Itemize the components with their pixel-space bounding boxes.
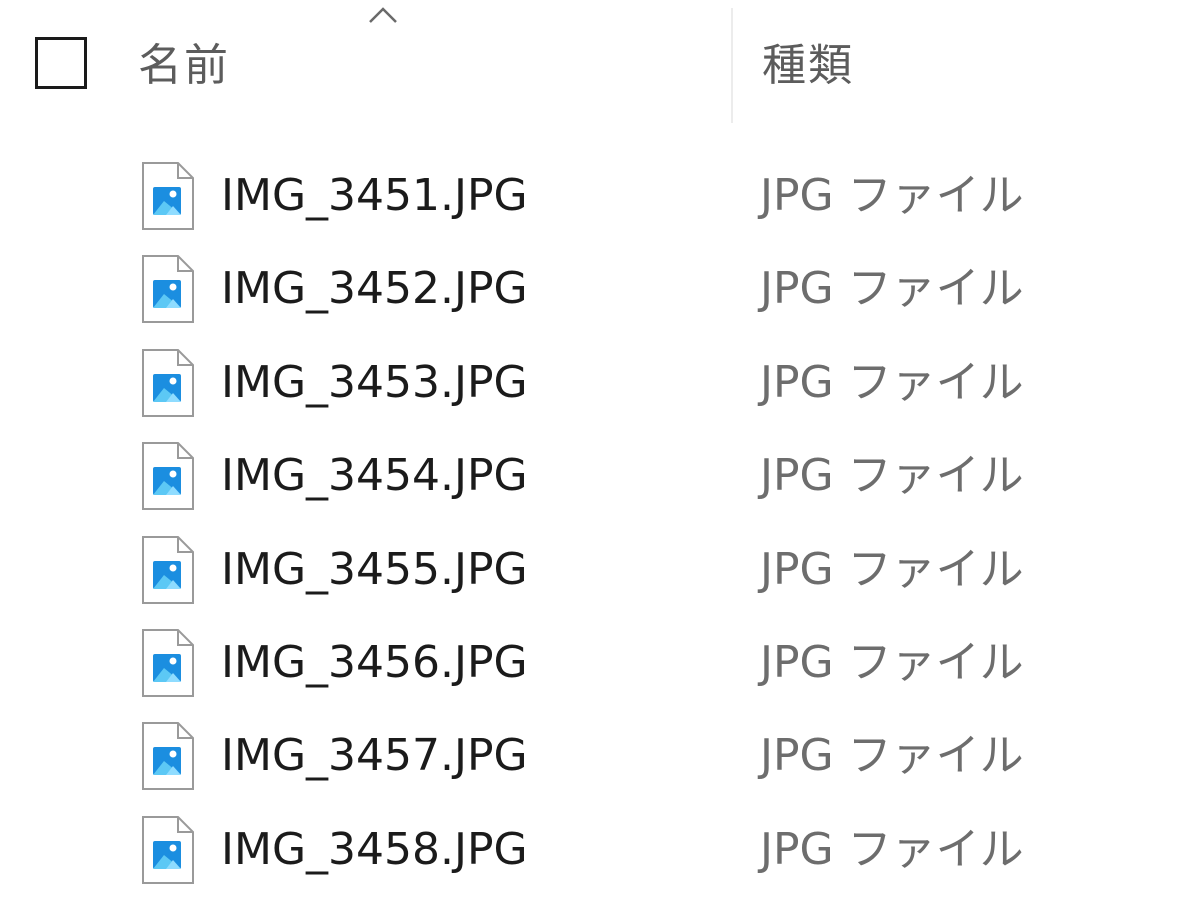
file-name: IMG_3457.JPG — [221, 730, 528, 782]
file-name: IMG_3451.JPG — [221, 170, 528, 221]
file-type: JPG ファイル — [760, 636, 1024, 688]
file-type: JPG ファイル — [760, 450, 1024, 502]
file-name: IMG_3456.JPG — [221, 636, 528, 688]
image-file-icon — [142, 442, 194, 511]
image-file-icon — [142, 162, 194, 230]
file-row[interactable]: IMG_3453.JPG JPG ファイル — [0, 337, 1200, 430]
column-header-name[interactable]: 名前 — [138, 38, 230, 94]
file-type: JPG ファイル — [760, 263, 1024, 315]
chevron-up-icon[interactable] — [366, 4, 400, 26]
file-row[interactable]: IMG_3458.JPG JPG ファイル — [0, 804, 1200, 897]
image-file-icon — [142, 722, 194, 791]
file-type: JPG ファイル — [760, 356, 1024, 408]
file-name: IMG_3455.JPG — [221, 543, 528, 595]
image-file-icon — [142, 255, 194, 324]
file-type: JPG ファイル — [760, 170, 1024, 221]
file-list: IMG_3451.JPG JPG ファイル IMG_3452.JPG JPG フ… — [0, 150, 1200, 897]
image-file-icon — [142, 815, 194, 884]
file-row[interactable]: IMG_3457.JPG JPG ファイル — [0, 710, 1200, 803]
image-file-icon — [142, 348, 194, 417]
file-name: IMG_3452.JPG — [221, 263, 528, 315]
file-explorer-list: 名前 種類 IMG_3451.JPG JPG ファイル IMG_3452.JPG… — [0, 0, 1200, 900]
column-divider[interactable] — [731, 8, 733, 123]
file-row[interactable]: IMG_3454.JPG JPG ファイル — [0, 430, 1200, 523]
column-header-row: 名前 種類 — [0, 0, 1200, 125]
file-row[interactable]: IMG_3455.JPG JPG ファイル — [0, 524, 1200, 617]
file-type: JPG ファイル — [760, 543, 1024, 595]
file-name: IMG_3454.JPG — [221, 450, 528, 502]
file-type: JPG ファイル — [760, 823, 1024, 875]
column-header-type[interactable]: 種類 — [762, 38, 854, 94]
select-all-checkbox[interactable] — [35, 37, 87, 89]
file-row[interactable]: IMG_3451.JPG JPG ファイル — [0, 150, 1200, 243]
file-type: JPG ファイル — [760, 730, 1024, 782]
file-name: IMG_3453.JPG — [221, 356, 528, 408]
file-row[interactable]: IMG_3452.JPG JPG ファイル — [0, 243, 1200, 336]
file-row[interactable]: IMG_3456.JPG JPG ファイル — [0, 617, 1200, 710]
image-file-icon — [142, 535, 194, 604]
file-name: IMG_3458.JPG — [221, 823, 528, 875]
image-file-icon — [142, 628, 194, 697]
